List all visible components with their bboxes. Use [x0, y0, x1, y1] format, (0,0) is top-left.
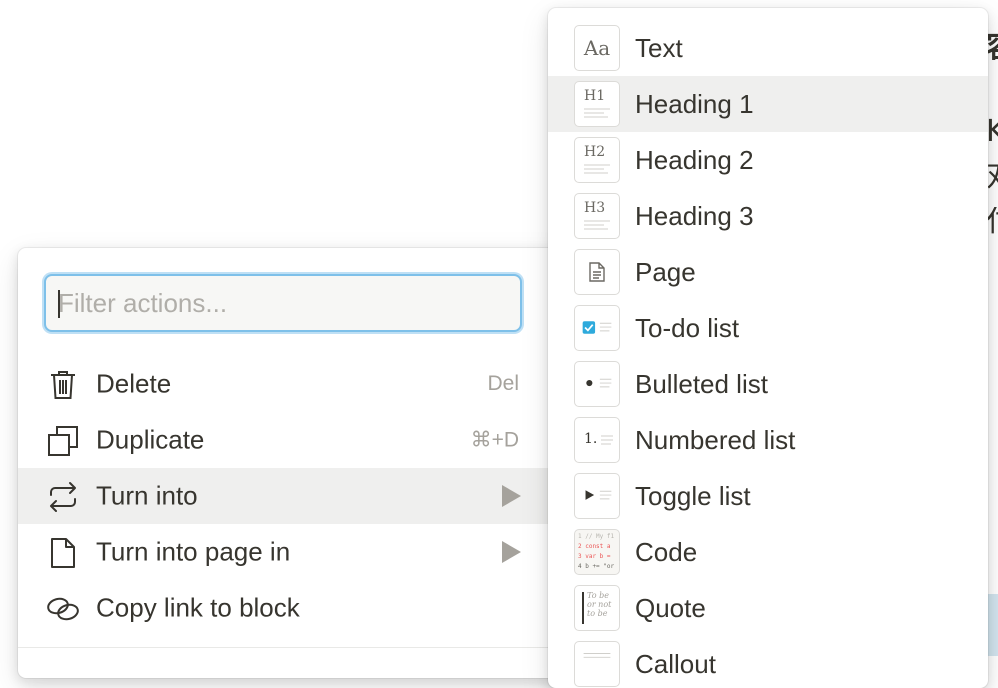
- bulleted-list-icon: [574, 361, 620, 407]
- todo-icon: [574, 305, 620, 351]
- block-actions-menu: Delete Del Duplicate ⌘+D Turn into Tu: [18, 248, 578, 678]
- quote-icon: To be or not to be: [574, 585, 620, 631]
- link-icon: [46, 592, 80, 626]
- turn-into-toggle-list-label: Toggle list: [635, 481, 751, 511]
- turn-into-quote[interactable]: To be or not to be Quote: [548, 580, 988, 636]
- text-icon: Aa: [574, 25, 620, 71]
- turn-into-todo[interactable]: To-do list: [548, 300, 988, 356]
- turn-into-action[interactable]: Turn into: [18, 468, 549, 524]
- turn-into-numbered-list-label: Numbered list: [635, 425, 796, 455]
- numbered-list-icon: 1.: [574, 417, 620, 463]
- copy-link-action[interactable]: Copy link to block: [18, 580, 549, 636]
- turn-into-icon: [46, 480, 80, 514]
- toggle-list-icon: [574, 473, 620, 519]
- heading2-icon: H2: [574, 137, 620, 183]
- trash-icon: [46, 368, 80, 402]
- turn-into-callout[interactable]: Callout: [548, 636, 988, 688]
- code-icon: 1 // My f1 2 const a 3 var b = 4 b += "o…: [574, 529, 620, 575]
- delete-shortcut: Del: [487, 372, 519, 395]
- turn-into-bulleted-list-label: Bulleted list: [635, 369, 768, 399]
- menu-divider: [18, 647, 549, 648]
- submenu-arrow-icon: [502, 485, 521, 507]
- duplicate-shortcut: ⌘+D: [470, 428, 519, 452]
- heading1-icon: H1: [574, 81, 620, 127]
- filter-actions-field[interactable]: [44, 274, 522, 332]
- turn-into-heading1[interactable]: H1 Heading 1: [548, 76, 988, 132]
- turn-into-heading2[interactable]: H2 Heading 2: [548, 132, 988, 188]
- turn-into-heading3[interactable]: H3 Heading 3: [548, 188, 988, 244]
- turn-into-quote-label: Quote: [635, 593, 706, 623]
- duplicate-icon: [46, 424, 80, 458]
- turn-into-code-label: Code: [635, 537, 698, 567]
- filter-actions-input[interactable]: [46, 276, 520, 330]
- heading3-icon: H3: [574, 193, 620, 239]
- turn-into-todo-label: To-do list: [635, 313, 740, 343]
- turn-into-action-label: Turn into: [96, 480, 198, 511]
- turn-into-toggle-list[interactable]: Toggle list: [548, 468, 988, 524]
- turn-into-page-label: Page: [635, 257, 696, 287]
- turn-into-text-label: Text: [635, 33, 683, 63]
- turn-into-bulleted-list[interactable]: Bulleted list: [548, 356, 988, 412]
- turn-into-page-in-action-label: Turn into page in: [96, 536, 291, 567]
- turn-into-heading3-label: Heading 3: [635, 201, 754, 231]
- delete-action-label: Delete: [96, 368, 172, 399]
- text-caret: [58, 290, 60, 318]
- duplicate-action-label: Duplicate: [96, 424, 205, 455]
- turn-into-submenu: Aa Text H1 Heading 1 H2 Heading 2 H3 Hea…: [548, 8, 988, 688]
- turn-into-page-in-action[interactable]: Turn into page in: [18, 524, 549, 580]
- turn-into-text[interactable]: Aa Text: [548, 20, 988, 76]
- turn-into-numbered-list[interactable]: 1. Numbered list: [548, 412, 988, 468]
- turn-into-heading1-label: Heading 1: [635, 89, 754, 119]
- delete-action[interactable]: Delete Del: [18, 356, 549, 412]
- turn-into-code[interactable]: 1 // My f1 2 const a 3 var b = 4 b += "o…: [548, 524, 988, 580]
- page-icon: [574, 249, 620, 295]
- turn-into-page[interactable]: Page: [548, 244, 988, 300]
- submenu-arrow-icon: [502, 541, 521, 563]
- copy-link-action-label: Copy link to block: [96, 592, 300, 623]
- duplicate-action[interactable]: Duplicate ⌘+D: [18, 412, 549, 468]
- page-icon: [46, 536, 80, 570]
- callout-icon: [574, 641, 620, 687]
- turn-into-heading2-label: Heading 2: [635, 145, 754, 175]
- turn-into-callout-label: Callout: [635, 649, 716, 679]
